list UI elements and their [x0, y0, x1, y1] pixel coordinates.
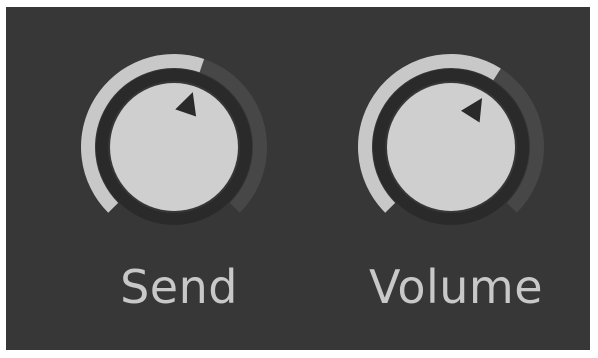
volume-knob-label: Volume [368, 260, 544, 314]
knob-panel: Send Volume [6, 7, 590, 350]
volume-knob[interactable]: Volume [341, 7, 571, 337]
send-knob-face[interactable] [110, 83, 238, 211]
volume-knob-face[interactable] [387, 83, 515, 211]
send-knob-label: Send [120, 260, 238, 314]
send-knob[interactable]: Send [64, 7, 294, 337]
send-knob-graphic[interactable] [64, 7, 294, 247]
volume-knob-graphic[interactable] [341, 7, 571, 247]
